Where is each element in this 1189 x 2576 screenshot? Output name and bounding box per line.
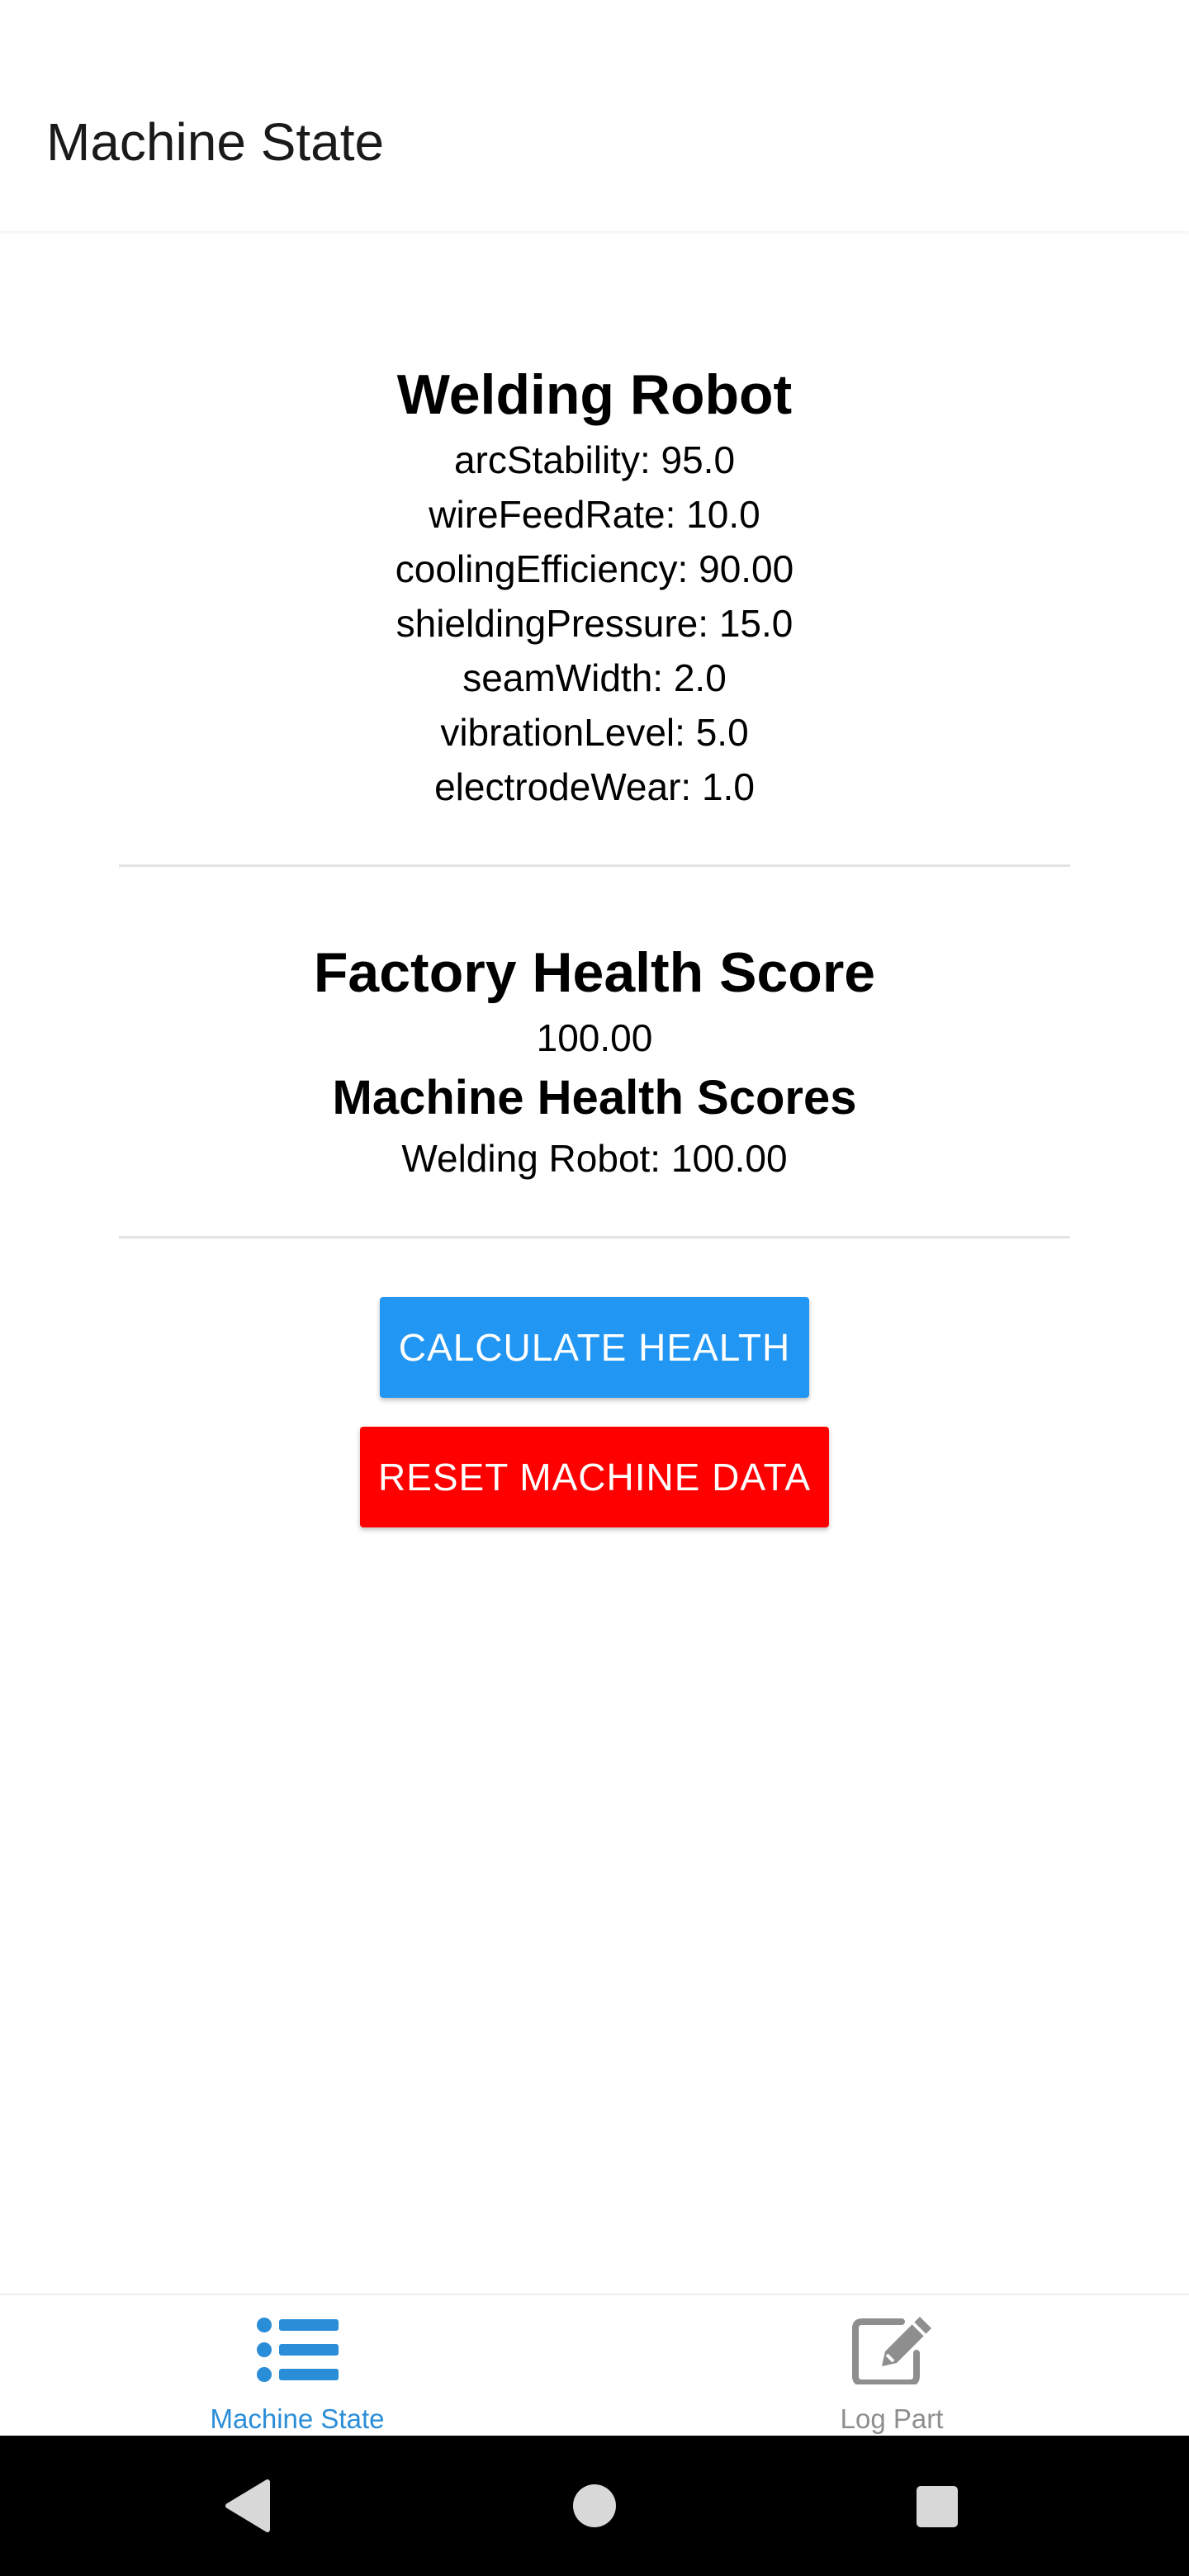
app-header: Machine State [0,0,1189,231]
machine-name: Welding Robot [396,363,793,426]
param-arc-stability: arcStability: 95.0 [453,438,736,481]
back-icon [225,2479,270,2532]
list-icon [257,2318,339,2382]
tab-log-part[interactable]: Log Part [594,2295,1189,2437]
divider [119,1236,1070,1238]
factory-health-title: Factory Health Score [313,941,876,1004]
machine-health-score: Welding Robot: 100.00 [401,1137,788,1180]
param-shielding-pressure: shieldingPressure: 15.0 [396,602,793,645]
screen: Machine State Welding Robot arcStability… [0,0,1189,2576]
home-icon [573,2484,616,2527]
home-button[interactable] [528,2436,661,2576]
param-vibration-level: vibrationLevel: 5.0 [440,711,749,754]
calculate-health-button[interactable]: CALCULATE HEALTH [380,1297,809,1398]
back-button[interactable] [182,2436,314,2576]
reset-machine-data-button[interactable]: RESET MACHINE DATA [360,1427,829,1527]
tab-label: Log Part [840,2403,944,2434]
recents-icon [917,2486,958,2527]
system-navigation-bar [0,2436,1189,2576]
edit-icon [852,2317,931,2384]
param-cooling-efficiency: coolingEfficiency: 90.00 [395,547,794,590]
param-seam-width: seamWidth: 2.0 [462,656,727,699]
recents-button[interactable] [870,2436,1002,2576]
param-electrode-wear: electrodeWear: 1.0 [434,765,755,808]
factory-health-value: 100.00 [536,1016,653,1059]
tab-machine-state[interactable]: Machine State [0,2295,594,2437]
machine-health-scores-title: Machine Health Scores [332,1071,857,1125]
bottom-tab-bar: Machine State Log Part [0,2294,1189,2437]
tab-label: Machine State [210,2403,385,2434]
machine-state-section: Welding Robot arcStability: 95.0 wireFee… [119,357,1070,814]
health-section: Factory Health Score 100.00 Machine Heal… [119,935,1070,1186]
param-wire-feed-rate: wireFeedRate: 10.0 [429,493,760,536]
page-title: Machine State [46,112,385,172]
main-content: Welding Robot arcStability: 95.0 wireFee… [0,231,1189,2295]
divider [119,864,1070,867]
